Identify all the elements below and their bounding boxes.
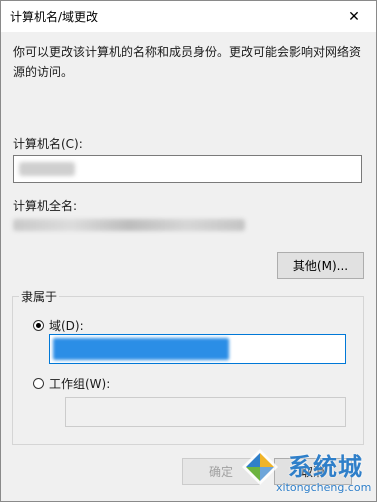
watermark-brand-cn: 系统城 bbox=[288, 453, 363, 481]
computer-name-label: 计算机名(C): bbox=[13, 137, 83, 151]
redacted-computer-name bbox=[19, 162, 75, 176]
more-button[interactable]: 其他(M)... bbox=[277, 252, 364, 279]
description-text: 你可以更改该计算机的名称和成员身份。更改可能会影响对网络资源的访问。 bbox=[13, 45, 362, 79]
member-of-title: 隶属于 bbox=[19, 288, 60, 305]
watermark: 系统城 xitongcheng.com bbox=[236, 445, 376, 501]
redacted-domain-name bbox=[53, 338, 229, 360]
computer-name-input[interactable] bbox=[13, 155, 362, 183]
workgroup-radio[interactable] bbox=[33, 378, 44, 389]
close-button[interactable]: ✕ bbox=[332, 1, 376, 32]
full-name-label: 计算机全名: bbox=[13, 199, 78, 213]
title-bar: 计算机名/域更改 ✕ bbox=[1, 1, 376, 32]
domain-input[interactable] bbox=[49, 334, 346, 364]
dialog-body: 你可以更改该计算机的名称和成员身份。更改可能会影响对网络资源的访问。 计算机名(… bbox=[1, 32, 376, 501]
watermark-logo-icon bbox=[242, 449, 278, 485]
watermark-brand-en: xitongcheng.com bbox=[276, 481, 372, 494]
redacted-full-name bbox=[13, 219, 245, 231]
domain-label: 域(D): bbox=[49, 319, 84, 333]
window-title: 计算机名/域更改 bbox=[10, 10, 99, 24]
close-icon: ✕ bbox=[348, 8, 360, 25]
workgroup-label: 工作组(W): bbox=[49, 377, 111, 391]
workgroup-input[interactable] bbox=[65, 397, 346, 427]
domain-radio[interactable] bbox=[33, 320, 44, 331]
computer-name-dialog: 计算机名/域更改 ✕ 你可以更改该计算机的名称和成员身份。更改可能会影响对网络资… bbox=[0, 0, 377, 502]
